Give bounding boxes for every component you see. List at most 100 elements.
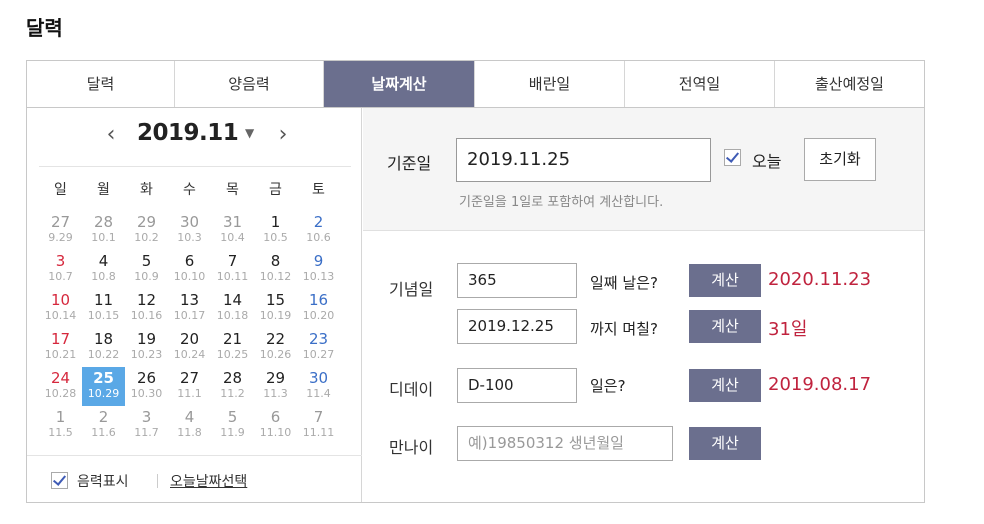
lunar-date: 10.7 [48, 270, 73, 283]
anniversary-days-input[interactable]: 365 [457, 263, 577, 298]
calendar-day[interactable]: 29 11.3 [254, 367, 297, 406]
calendar-week-row: 10 10.14 11 10.15 12 10.16 13 10.17 14 10.18 15 10.… [39, 289, 351, 328]
calendar-day[interactable]: 14 10.18 [211, 289, 254, 328]
calendar-day[interactable]: 15 10.19 [254, 289, 297, 328]
tab-lunar-solar[interactable]: 양음력 [175, 61, 324, 107]
calendar-day[interactable]: 28 11.2 [211, 367, 254, 406]
calendar-day[interactable]: 27 11.1 [168, 367, 211, 406]
reset-button[interactable]: 초기화 [804, 138, 876, 181]
footer-divider [157, 474, 158, 488]
calendar-day[interactable]: 19 10.23 [125, 328, 168, 367]
anniversary-date-calc-button[interactable]: 계산 [689, 310, 761, 343]
solar-date: 8 [270, 252, 281, 270]
calendar-day[interactable]: 8 10.12 [254, 250, 297, 289]
tab-date-calc[interactable]: 날짜계산 [324, 61, 475, 107]
weekday-label: 목 [226, 182, 239, 198]
solar-date: 19 [136, 330, 157, 348]
calendar-day[interactable]: 18 10.22 [82, 328, 125, 367]
chevron-right-icon[interactable]: › [273, 122, 293, 148]
calendar-day[interactable]: 5 11.9 [211, 406, 254, 445]
lunar-date: 11.2 [220, 387, 245, 400]
lunar-date: 10.4 [220, 231, 245, 244]
base-date-input[interactable]: 2019.11.25 [456, 138, 711, 182]
calendar-day[interactable]: 2 11.6 [82, 406, 125, 445]
calendar-day[interactable]: 20 10.24 [168, 328, 211, 367]
solar-date: 11 [93, 291, 114, 309]
solar-date: 28 [222, 369, 243, 387]
lunar-date: 10.27 [302, 348, 335, 361]
lunar-date: 11.9 [220, 426, 245, 439]
calendar-day[interactable]: 4 11.8 [168, 406, 211, 445]
calendar-day[interactable]: 9 10.13 [297, 250, 340, 289]
calendar-day[interactable]: 24 10.28 [39, 367, 82, 406]
show-lunar-checkbox[interactable] [51, 472, 68, 489]
calendar-day[interactable]: 1 11.5 [39, 406, 82, 445]
today-checkbox[interactable] [724, 149, 741, 166]
caret-down-icon[interactable]: ▼ [245, 126, 254, 140]
calendar-day-selected[interactable]: 25 10.29 [82, 367, 125, 406]
age-birthdate-input[interactable]: 예)19850312 생년월일 [457, 426, 673, 461]
calendar-day[interactable]: 2 10.6 [297, 211, 340, 250]
calendar-day[interactable]: 1 10.5 [254, 211, 297, 250]
calendar-day[interactable]: 7 10.11 [211, 250, 254, 289]
solar-date: 15 [265, 291, 286, 309]
dday-input[interactable]: D-100 [457, 368, 577, 403]
calendar-day[interactable]: 6 11.10 [254, 406, 297, 445]
calendar-day[interactable]: 23 10.27 [297, 328, 340, 367]
anniversary-days-calc-button[interactable]: 계산 [689, 264, 761, 297]
calendar-day[interactable]: 31 10.4 [211, 211, 254, 250]
calendar-day[interactable]: 28 10.1 [82, 211, 125, 250]
calendar-day[interactable]: 3 10.7 [39, 250, 82, 289]
calendar-day[interactable]: 21 10.25 [211, 328, 254, 367]
tab-due-date[interactable]: 출산예정일 [775, 61, 924, 107]
calendar-day[interactable]: 10 10.14 [39, 289, 82, 328]
calendar-weeks: 27 9.29 28 10.1 29 10.2 30 10.3 31 10.4 1 10.5 2 10.6… [39, 211, 351, 445]
anniversary-date-input[interactable]: 2019.12.25 [457, 309, 577, 344]
select-today-link[interactable]: 오늘날짜선택 [170, 471, 247, 491]
calendar-day[interactable]: 5 10.9 [125, 250, 168, 289]
today-label[interactable]: 오늘 [752, 148, 781, 172]
calendar-day[interactable]: 7 11.11 [297, 406, 340, 445]
weekday-header: 일 월 화 수 목 금 토 [39, 167, 351, 211]
calendar-widget: 달력 양음력 날짜계산 배란일 전역일 출산예정일 ‹ 2019.11 ▼ › … [26, 60, 925, 503]
calendar-day[interactable]: 26 10.30 [125, 367, 168, 406]
tab-ovulation[interactable]: 배란일 [475, 61, 625, 107]
calendar-day[interactable]: 4 10.8 [82, 250, 125, 289]
calendar-week-row: 17 10.21 18 10.22 19 10.23 20 10.24 21 10.25 22 10.… [39, 328, 351, 367]
calendar-day[interactable]: 29 10.2 [125, 211, 168, 250]
calendar-day[interactable]: 22 10.26 [254, 328, 297, 367]
lunar-date: 10.10 [173, 270, 206, 283]
calendar-day[interactable]: 6 10.10 [168, 250, 211, 289]
solar-date: 6 [270, 408, 281, 426]
calendar-grid: 일 월 화 수 목 금 토 27 9.29 28 10.1 29 10.2 30 10.3 31… [39, 166, 351, 445]
dday-calc-button[interactable]: 계산 [689, 369, 761, 402]
lunar-date: 11.3 [263, 387, 288, 400]
solar-date: 31 [222, 213, 243, 231]
calendar-day[interactable]: 17 10.21 [39, 328, 82, 367]
lunar-date: 10.11 [216, 270, 249, 283]
tab-calendar[interactable]: 달력 [27, 61, 175, 107]
calendar-day[interactable]: 3 11.7 [125, 406, 168, 445]
chevron-left-icon[interactable]: ‹ [101, 122, 121, 148]
lunar-date: 10.25 [216, 348, 249, 361]
calendar-day[interactable]: 30 10.3 [168, 211, 211, 250]
month-label[interactable]: 2019.11 [137, 120, 239, 146]
lunar-date: 11.4 [306, 387, 331, 400]
anniversary-label: 기념일 [389, 280, 434, 299]
calendar-day[interactable]: 16 10.20 [297, 289, 340, 328]
lunar-date: 10.9 [134, 270, 159, 283]
age-calc-button[interactable]: 계산 [689, 427, 761, 460]
solar-date: 25 [93, 369, 114, 387]
tab-discharge[interactable]: 전역일 [625, 61, 775, 107]
base-date-hint: 기준일을 1일로 포함하여 계산합니다. [459, 195, 664, 210]
lunar-date: 10.16 [130, 309, 163, 322]
calendar-day[interactable]: 13 10.17 [168, 289, 211, 328]
calendar-day[interactable]: 12 10.16 [125, 289, 168, 328]
base-date-label: 기준일 [387, 154, 432, 173]
calendar-day[interactable]: 27 9.29 [39, 211, 82, 250]
solar-date: 7 [313, 408, 324, 426]
lunar-date: 10.1 [91, 231, 116, 244]
calendar-day[interactable]: 30 11.4 [297, 367, 340, 406]
calendar-day[interactable]: 11 10.15 [82, 289, 125, 328]
show-lunar-label[interactable]: 음력표시 [77, 471, 129, 491]
